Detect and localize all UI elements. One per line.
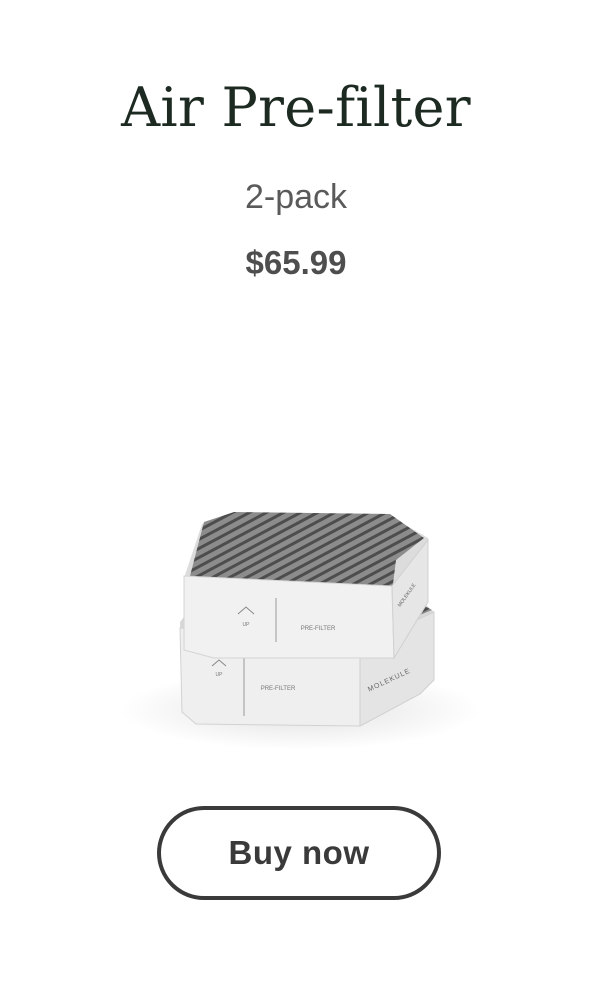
top-filter: UP PRE-FILTER MOLEKULE — [183, 512, 429, 660]
buy-now-button[interactable]: Buy now — [157, 806, 441, 900]
product-price: $65.99 — [245, 244, 347, 281]
bottom-label-up: UP — [216, 672, 224, 678]
product-image: UP PRE-FILTER MOLEKULE UP PRE-FILTER MOL… — [120, 512, 480, 750]
product-title: Air Pre-filter — [121, 76, 471, 139]
top-label-up: UP — [243, 622, 251, 628]
bottom-label-name: PRE-FILTER — [261, 686, 296, 692]
product-variant: 2-pack — [244, 178, 348, 216]
top-label-name: PRE-FILTER — [301, 626, 336, 632]
